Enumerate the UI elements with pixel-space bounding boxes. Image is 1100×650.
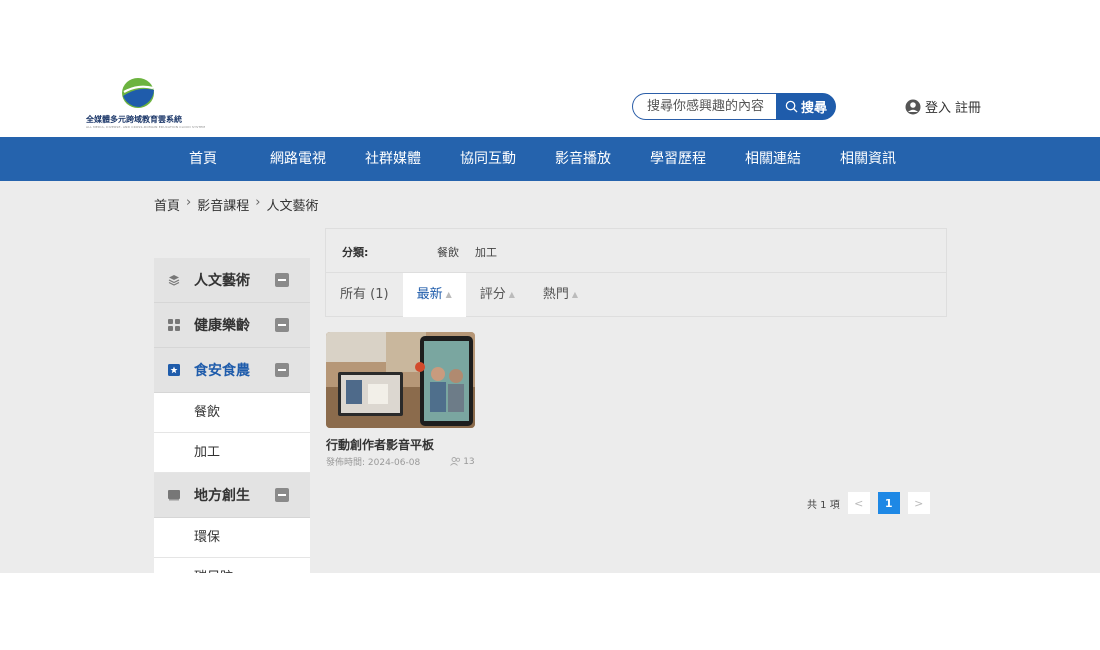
sidebar-item-environment[interactable]: 環保 bbox=[154, 518, 310, 558]
total-count: 共 1 項 bbox=[807, 499, 840, 511]
filter-panel: 分類: 餐飲 加工 所有 (1) 最新 ▲ 評分 ▲ 熱門 ▲ bbox=[325, 228, 947, 317]
collapse-toggle[interactable] bbox=[275, 273, 289, 287]
user-icon bbox=[905, 99, 921, 114]
search-button-label: 搜尋 bbox=[800, 101, 827, 116]
tab-rating[interactable]: 評分 ▲ bbox=[466, 273, 529, 317]
user-area: 登入 註冊 bbox=[905, 97, 981, 116]
nav-item-social-media[interactable]: 社群媒體 bbox=[365, 137, 421, 181]
tab-label: 所有 (1) bbox=[340, 287, 389, 302]
sidebar-category-health[interactable]: 健康樂齡 bbox=[154, 303, 310, 348]
breadcrumb-courses[interactable]: 影音課程 bbox=[197, 195, 249, 214]
category-filter-row: 分類: 餐飲 加工 bbox=[326, 229, 946, 273]
sort-tabs: 所有 (1) 最新 ▲ 評分 ▲ 熱門 ▲ bbox=[326, 273, 592, 317]
caret-up-icon: ▲ bbox=[571, 290, 579, 299]
tab-label: 評分 bbox=[479, 287, 506, 302]
page-number-button[interactable]: 1 bbox=[877, 492, 900, 514]
people-icon bbox=[450, 457, 461, 466]
globe-logo-icon bbox=[122, 78, 154, 108]
search-icon bbox=[785, 100, 798, 113]
tab-all[interactable]: 所有 (1) bbox=[326, 273, 403, 317]
star-box-icon bbox=[168, 364, 180, 376]
book-icon bbox=[168, 489, 180, 501]
nav-item-home[interactable]: 首頁 bbox=[189, 137, 217, 181]
sidebar-item-catering[interactable]: 餐飲 bbox=[154, 393, 310, 433]
caret-up-icon: ▲ bbox=[445, 290, 452, 299]
nav-item-info[interactable]: 相關資訊 bbox=[840, 137, 896, 181]
nav-item-web-tv[interactable]: 網路電視 bbox=[270, 137, 326, 181]
sidebar-item-processing[interactable]: 加工 bbox=[154, 433, 310, 473]
site-logo[interactable]: 全媒體多元跨域教育雲系統 ALL MEDIA, DIVERSE, AND CRO… bbox=[86, 76, 205, 130]
view-count-value: 13 bbox=[463, 456, 475, 467]
collapse-toggle[interactable] bbox=[275, 363, 289, 377]
site-header: 全媒體多元跨域教育雲系統 ALL MEDIA, DIVERSE, AND CRO… bbox=[0, 0, 1100, 137]
tab-popular[interactable]: 熱門 ▲ bbox=[529, 273, 592, 317]
view-count: 13 bbox=[450, 455, 475, 468]
sidebar-category-label: 食安食農 bbox=[194, 363, 250, 379]
sidebar-category-label: 健康樂齡 bbox=[194, 318, 250, 334]
register-link[interactable]: 註冊 bbox=[955, 97, 981, 116]
nav-item-video[interactable]: 影音播放 bbox=[555, 137, 611, 181]
layers-icon bbox=[168, 274, 180, 286]
filter-label: 分類: bbox=[342, 246, 369, 259]
sidebar-item-carbon-footprint[interactable]: 碳足跡 bbox=[154, 558, 310, 573]
search-button[interactable]: 搜尋 bbox=[776, 93, 836, 120]
breadcrumb-current: 人文藝術 bbox=[266, 199, 319, 214]
next-page-button[interactable]: > bbox=[907, 492, 930, 514]
grid-icon bbox=[168, 319, 180, 331]
filter-option-catering[interactable]: 餐飲 bbox=[437, 244, 459, 260]
sidebar-category-food-safety[interactable]: 食安食農 bbox=[154, 348, 310, 393]
category-sidebar: 人文藝術 健康樂齡 食安食農 餐飲 加工 地方創生 環保 bbox=[154, 258, 310, 573]
chevron-right-icon: › bbox=[255, 195, 261, 210]
pagination: 共 1 項 < 1 > bbox=[807, 492, 930, 514]
sidebar-category-label: 人文藝術 bbox=[194, 273, 250, 289]
tab-label: 最新 bbox=[416, 287, 443, 302]
sidebar-category-humanities[interactable]: 人文藝術 bbox=[154, 258, 310, 303]
login-link[interactable]: 登入 bbox=[925, 97, 951, 116]
publish-date: 發佈時間: 2024-06-08 bbox=[326, 458, 421, 468]
collapse-toggle[interactable] bbox=[275, 318, 289, 332]
search-input[interactable] bbox=[632, 93, 776, 120]
prev-page-button[interactable]: < bbox=[847, 492, 870, 514]
chevron-right-icon: › bbox=[186, 195, 192, 210]
caret-up-icon: ▲ bbox=[508, 290, 515, 299]
nav-item-collaboration[interactable]: 協同互動 bbox=[460, 137, 516, 181]
nav-item-links[interactable]: 相關連結 bbox=[745, 137, 801, 181]
video-thumbnail[interactable] bbox=[326, 332, 475, 428]
breadcrumb: 首頁 › 影音課程 › 人文藝術 bbox=[154, 195, 318, 214]
search-bar: 搜尋 bbox=[632, 93, 836, 120]
main-nav: 首頁 網路電視 社群媒體 協同互動 影音播放 學習歷程 相關連結 相關資訊 bbox=[0, 137, 1100, 181]
video-title[interactable]: 行動創作者影音平板 bbox=[326, 436, 476, 453]
sidebar-category-label: 地方創生 bbox=[194, 488, 250, 504]
video-card[interactable]: 行動創作者影音平板 發佈時間: 2024-06-08 13 bbox=[326, 332, 476, 468]
nav-item-learning[interactable]: 學習歷程 bbox=[650, 137, 706, 181]
breadcrumb-home[interactable]: 首頁 bbox=[154, 195, 180, 214]
logo-subtitle: ALL MEDIA, DIVERSE, AND CROSS-DOMAIN EDU… bbox=[86, 125, 206, 129]
thumbnail-image bbox=[326, 332, 475, 428]
collapse-toggle[interactable] bbox=[275, 488, 289, 502]
logo-title: 全媒體多元跨域教育雲系統 bbox=[86, 115, 182, 124]
tab-latest[interactable]: 最新 ▲ bbox=[402, 273, 466, 317]
sidebar-category-local-revitalization[interactable]: 地方創生 bbox=[154, 473, 310, 518]
content-area: 首頁 › 影音課程 › 人文藝術 人文藝術 健康樂齡 食安食農 餐飲 加工 地方… bbox=[0, 181, 1100, 573]
video-meta: 發佈時間: 2024-06-08 13 bbox=[326, 455, 476, 469]
tab-label: 熱門 bbox=[542, 287, 569, 302]
filter-option-processing[interactable]: 加工 bbox=[475, 244, 497, 260]
